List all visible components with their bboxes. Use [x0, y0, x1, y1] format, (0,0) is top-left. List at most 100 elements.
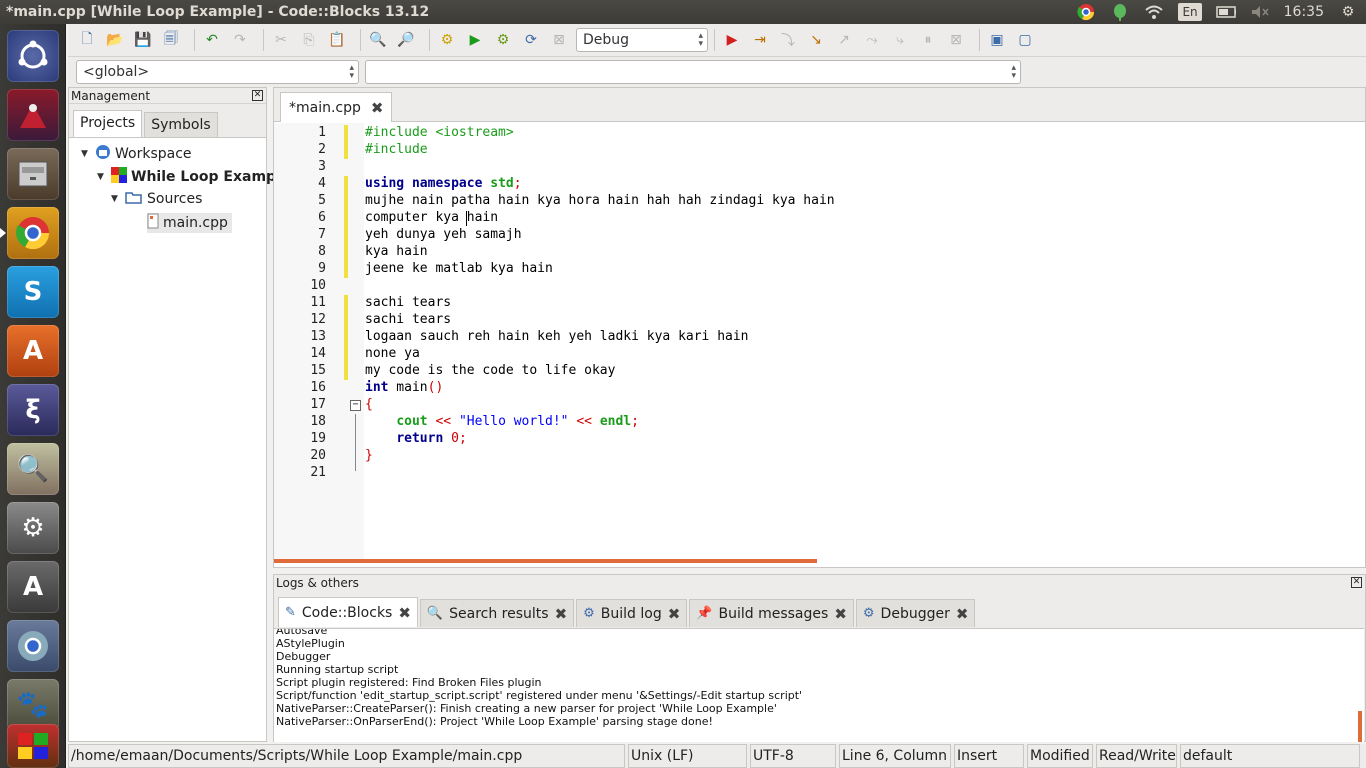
tab-codeblocks-log[interactable]: ✎ Code::Blocks ✖ — [278, 597, 418, 627]
cut-icon[interactable]: ✂ — [270, 29, 292, 51]
step-into-icon[interactable]: ↘ — [805, 29, 827, 51]
scope-select[interactable]: <global> ▴ ▾ — [76, 60, 359, 84]
code-line[interactable]: #include — [365, 142, 428, 157]
close-tab-icon[interactable]: ✖ — [956, 605, 969, 623]
close-tab-icon[interactable]: ✖ — [668, 605, 681, 623]
step-instruction-icon[interactable]: ⤷ — [889, 29, 911, 51]
new-file-icon[interactable]: 🗋 — [76, 29, 98, 51]
rebuild-icon[interactable]: ⟳ — [520, 29, 542, 51]
paste-icon[interactable]: 📋 — [326, 29, 348, 51]
debug-windows-icon[interactable]: ▣ — [986, 29, 1008, 51]
chrome-launcher-icon[interactable] — [7, 207, 59, 259]
settings-icon[interactable]: ⚙ — [7, 502, 59, 554]
volume-muted-icon[interactable] — [1250, 3, 1270, 21]
undo-icon[interactable]: ↶ — [201, 29, 223, 51]
leaf-icon[interactable] — [1110, 3, 1130, 21]
tab-build-messages[interactable]: 📌 Build messages ✖ — [689, 599, 854, 627]
wifi-icon[interactable] — [1144, 3, 1164, 21]
close-tab-icon[interactable]: ✖ — [371, 99, 384, 117]
battery-icon[interactable] — [1215, 3, 1236, 21]
system-monitor-icon[interactable]: 🔍 — [7, 443, 59, 495]
next-instruction-icon[interactable]: ⤳ — [861, 29, 883, 51]
code-line[interactable]: jeene ke matlab kya hain — [365, 261, 553, 276]
emacs-icon[interactable]: ξ — [7, 384, 59, 436]
scholar-app-icon[interactable] — [7, 89, 59, 141]
code-line[interactable]: cout << "Hello world!" << endl; — [365, 414, 639, 429]
expand-arrow-icon[interactable]: ▼ — [97, 172, 107, 182]
code-line[interactable]: yeh dunya yeh samajh — [365, 227, 522, 242]
software-center-icon[interactable]: A — [7, 325, 59, 377]
open-folder-icon[interactable]: 📂 — [104, 29, 126, 51]
run-icon[interactable]: ▶ — [464, 29, 486, 51]
codeblocks-icon[interactable] — [7, 724, 59, 768]
code-line[interactable]: int main() — [365, 380, 443, 395]
close-icon[interactable]: ✕ — [252, 90, 263, 101]
horizontal-scrollbar[interactable] — [274, 559, 817, 563]
update-manager-icon[interactable]: A — [7, 561, 59, 613]
step-out-icon[interactable]: ↗ — [833, 29, 855, 51]
build-gear-icon[interactable]: ⚙ — [436, 29, 458, 51]
tab-symbols[interactable]: Symbols — [144, 112, 218, 137]
close-tab-icon[interactable]: ✖ — [398, 604, 411, 622]
tab-build-log[interactable]: ⚙ Build log ✖ — [576, 599, 688, 627]
line-number: 5 — [318, 193, 326, 208]
debug-info-icon[interactable]: ▢ — [1014, 29, 1036, 51]
code-line[interactable]: { — [365, 397, 373, 412]
tab-projects[interactable]: Projects — [73, 110, 143, 137]
tab-debugger[interactable]: ⚙ Debugger ✖ — [855, 599, 976, 627]
clock[interactable]: 16:35 — [1284, 4, 1324, 20]
build-run-icon[interactable]: ⚙ — [492, 29, 514, 51]
code-line[interactable]: using namespace std; — [365, 176, 522, 191]
tree-project[interactable]: ▼ While Loop Examp — [97, 167, 276, 187]
close-icon[interactable]: ✕ — [1351, 577, 1362, 588]
vertical-scrollbar[interactable] — [1358, 711, 1362, 742]
code-line[interactable]: sachi tears — [365, 295, 451, 310]
fold-collapse-icon[interactable]: − — [350, 400, 361, 411]
stop-debug-icon[interactable]: ⊠ — [945, 29, 967, 51]
save-all-icon[interactable]: 🗐 — [160, 29, 182, 51]
expand-arrow-icon[interactable]: ▼ — [81, 149, 91, 159]
log-output[interactable]: Autosave AStylePlugin Debugger Running star… — [274, 628, 1364, 742]
close-tab-icon[interactable]: ✖ — [555, 605, 568, 623]
build-target-select[interactable]: Debug ▴ ▾ — [576, 28, 708, 52]
power-gear-icon[interactable]: ⚙ — [1338, 3, 1358, 21]
code-line[interactable]: logaan sauch reh hain keh yeh ladki kya … — [365, 329, 749, 344]
code-line[interactable]: computer kya hain — [365, 210, 498, 225]
code-area[interactable]: 1 2 3 4 5 6 7 8 9 10 11 12 13 14 15 16 17 18 19 20 21− #incl… — [274, 123, 1365, 563]
expand-arrow-icon[interactable]: ▼ — [111, 194, 121, 204]
tree-sources[interactable]: ▼ Sources — [111, 190, 202, 208]
change-marker — [344, 142, 348, 159]
abort-icon[interactable]: ⊠ — [548, 29, 570, 51]
close-tab-icon[interactable]: ✖ — [834, 605, 847, 623]
change-marker — [344, 125, 348, 142]
function-select[interactable]: ▴ ▾ — [365, 60, 1021, 84]
tab-search-results[interactable]: 🔍 Search results ✖ — [419, 599, 575, 627]
tree-file[interactable]: main.cpp — [147, 213, 232, 233]
save-icon[interactable]: 💾 — [132, 29, 154, 51]
debug-run-icon[interactable]: ▶ — [721, 29, 743, 51]
chromium-icon[interactable] — [7, 620, 59, 672]
code-line[interactable]: kya hain — [365, 244, 428, 259]
run-to-cursor-icon[interactable]: ⇥ — [749, 29, 771, 51]
code-line[interactable]: } — [365, 448, 373, 463]
chrome-tray-icon[interactable] — [1076, 3, 1096, 21]
redo-icon[interactable]: ↷ — [229, 29, 251, 51]
replace-icon[interactable]: 🔎 — [395, 29, 417, 51]
code-line[interactable]: my code is the code to life okay — [365, 363, 615, 378]
copy-icon[interactable]: ⎘ — [298, 29, 320, 51]
skype-icon[interactable]: S — [7, 266, 59, 318]
next-line-icon[interactable]: ⤵ — [777, 29, 799, 51]
find-icon[interactable]: 🔍 — [367, 29, 389, 51]
code-line[interactable]: sachi tears — [365, 312, 451, 327]
keyboard-layout[interactable]: En — [1178, 3, 1202, 21]
dash-home-icon[interactable] — [7, 30, 59, 82]
code-line[interactable]: return 0; — [365, 431, 466, 446]
code-line[interactable]: mujhe nain patha hain kya hora hain hah … — [365, 193, 835, 208]
code-line[interactable]: none ya — [365, 346, 420, 361]
files-icon[interactable] — [7, 148, 59, 200]
tab-main-cpp[interactable]: *main.cpp ✖ — [280, 92, 393, 122]
line-number: 16 — [310, 380, 326, 395]
pause-icon[interactable]: ⏸ — [917, 29, 939, 51]
tree-workspace[interactable]: ▼ Workspace — [81, 144, 192, 164]
code-line[interactable]: #include <iostream> — [365, 125, 514, 140]
